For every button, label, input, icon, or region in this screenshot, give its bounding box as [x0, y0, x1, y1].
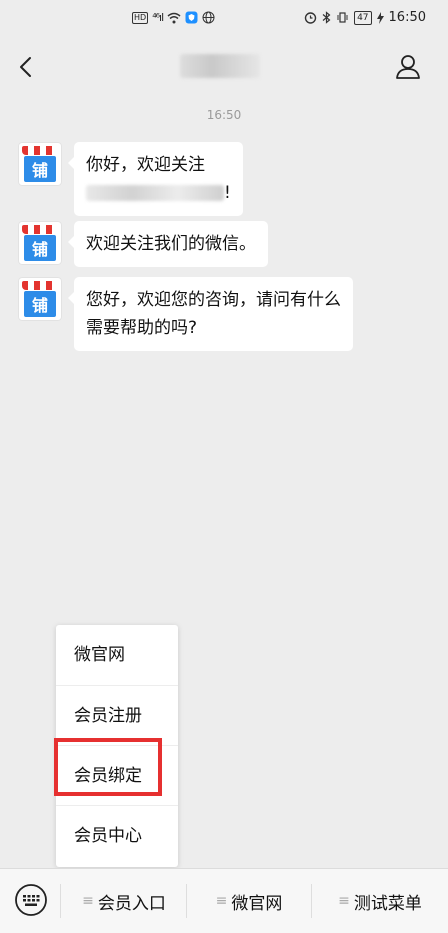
battery-icon: 47: [354, 10, 372, 25]
menu-lines-icon: ≡: [215, 893, 228, 909]
person-icon[interactable]: [394, 53, 422, 81]
menu-tab-test-menu[interactable]: ≡ 测试菜单: [312, 869, 448, 933]
message-text: 欢迎关注我们的微信。: [86, 234, 256, 254]
message-text: 你好，欢迎关注: [86, 155, 205, 175]
message-bubble[interactable]: 您好，欢迎您的咨询，请问有什么 需要帮助的吗?: [68, 277, 353, 351]
custom-menu-bar: ≡ 会员入口 ≡ 微官网 ≡ 测试菜单: [0, 868, 448, 933]
status-right-icons: 47 16:50: [304, 10, 426, 25]
bluetooth-icon: [322, 11, 331, 24]
highlight-box: [54, 738, 162, 796]
status-left-icons: HD ⁴⁶ıl: [132, 11, 215, 24]
submenu-item-official-site[interactable]: 微官网: [56, 625, 178, 685]
shield-app-icon: [185, 11, 198, 24]
message-row: 铺 欢迎关注我们的微信。: [18, 221, 268, 267]
divider: [60, 884, 61, 918]
status-bar: HD ⁴⁶ıl 47 16:50: [0, 0, 448, 40]
submenu-item-member-center[interactable]: 会员中心: [56, 805, 178, 865]
awning-graphic: [22, 225, 58, 234]
message-bubble[interactable]: 欢迎关注我们的微信。: [68, 221, 268, 267]
awning-graphic: [22, 281, 58, 290]
message-row: 铺 您好，欢迎您的咨询，请问有什么 需要帮助的吗?: [18, 277, 353, 351]
redacted-text: [86, 185, 224, 201]
avatar-glyph: 铺: [24, 156, 56, 182]
hd-badge: HD: [132, 11, 149, 24]
signal-icon: ⁴⁶ıl: [152, 11, 164, 24]
avatar-glyph: 铺: [24, 235, 56, 261]
wifi-icon: [167, 12, 181, 23]
shop-avatar[interactable]: 铺: [18, 221, 62, 265]
chevron-left-icon[interactable]: [14, 54, 40, 80]
chat-title: [180, 54, 260, 78]
menu-tab-member-entry[interactable]: ≡ 会员入口: [62, 869, 186, 933]
message-suffix: !: [224, 183, 231, 203]
menu-lines-icon: ≡: [338, 893, 350, 909]
shop-avatar[interactable]: 铺: [18, 142, 62, 186]
chat-timestamp: 16:50: [206, 108, 242, 122]
awning-graphic: [22, 146, 58, 155]
menu-tab-label: 微官网: [231, 893, 283, 914]
charging-icon: [376, 11, 384, 24]
keyboard-icon[interactable]: [14, 883, 48, 917]
chat-header: [0, 40, 448, 96]
message-text-line-2: 需要帮助的吗?: [86, 318, 198, 338]
menu-lines-icon: ≡: [82, 893, 94, 909]
avatar-glyph: 铺: [24, 291, 56, 317]
shop-avatar[interactable]: 铺: [18, 277, 62, 321]
alarm-icon: [304, 12, 317, 24]
message-text: 您好，欢迎您的咨询，请问有什么: [86, 290, 341, 310]
menu-tab-label: 测试菜单: [353, 893, 422, 914]
menu-tab-label: 会员入口: [97, 893, 166, 914]
message-line-2: !: [86, 179, 231, 207]
submenu-item-register[interactable]: 会员注册: [56, 685, 178, 745]
menu-tab-official-site[interactable]: ≡ 微官网: [187, 869, 311, 933]
globe-icon: [202, 11, 215, 24]
vibrate-icon: [337, 12, 348, 23]
message-bubble[interactable]: 你好，欢迎关注 !: [68, 142, 243, 216]
status-time: 16:50: [388, 10, 426, 25]
message-row: 铺 你好，欢迎关注 !: [18, 142, 243, 216]
